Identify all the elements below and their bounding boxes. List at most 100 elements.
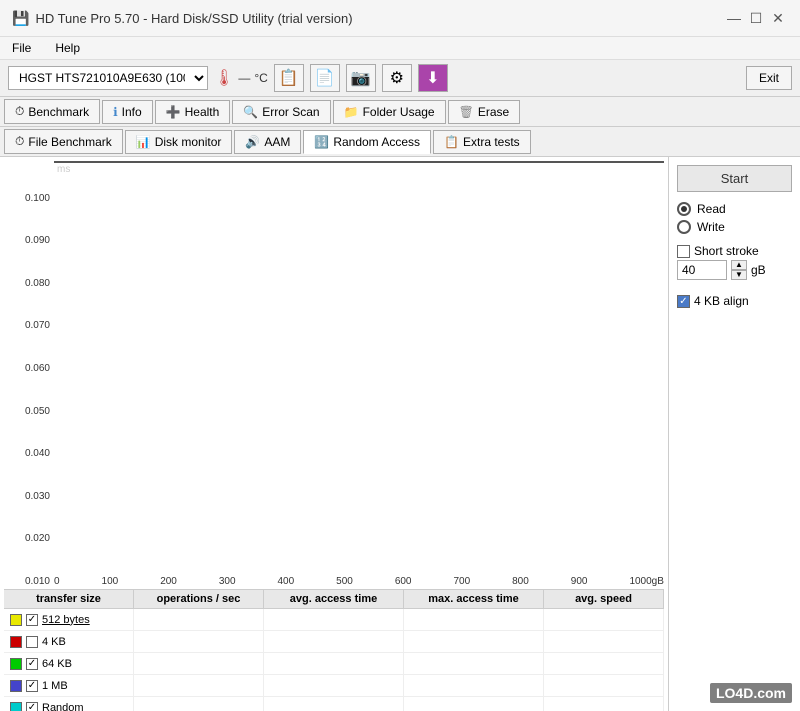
row-random-label: ✓ Random: [4, 697, 134, 711]
menu-help[interactable]: Help: [51, 39, 84, 57]
radio-read-circle[interactable]: [677, 202, 691, 216]
erase-icon: 🗑: [459, 105, 474, 119]
start-button[interactable]: Start: [677, 165, 792, 192]
x-val-100: 100: [102, 576, 119, 587]
tab-disk-monitor[interactable]: 📊 Disk monitor: [125, 130, 233, 154]
short-stroke-checkbox[interactable]: [677, 245, 690, 258]
y-axis: 0.100 0.090 0.080 0.070 0.060 0.050 0.04…: [4, 161, 54, 587]
tab-erase[interactable]: 🗑 Erase: [448, 100, 521, 124]
chart-plot: ms: [54, 161, 664, 163]
tab-benchmark[interactable]: ⏱ Benchmark: [4, 99, 100, 124]
right-panel: Start Read Write Short stroke: [668, 157, 800, 711]
row-64kb-label: ✓ 64 KB: [4, 653, 134, 674]
y-val-0080: 0.080: [25, 278, 50, 289]
radio-write-label: Write: [697, 220, 725, 234]
copy-button[interactable]: 📋: [274, 64, 304, 92]
row-512-max: [404, 609, 544, 630]
y-val-0070: 0.070: [25, 320, 50, 331]
radio-write[interactable]: Write: [677, 220, 792, 234]
row-1mb-label: ✓ 1 MB: [4, 675, 134, 696]
gb-decrement[interactable]: ▼: [731, 270, 747, 280]
minimize-button[interactable]: —: [724, 8, 744, 28]
gb-input[interactable]: [677, 260, 727, 280]
row-4kb-max: [404, 631, 544, 652]
checkbox-512[interactable]: ✓: [26, 614, 38, 626]
results-table: transfer size operations / sec avg. acce…: [4, 589, 664, 711]
checkbox-random[interactable]: ✓: [26, 702, 38, 711]
thermometer-icon: 🌡: [214, 68, 234, 88]
drive-select[interactable]: HGST HTS721010A9E630 (1000 gB): [8, 66, 208, 90]
table-row: ✓ 1 MB: [4, 675, 664, 697]
tab-health[interactable]: ➕ Health: [155, 100, 231, 124]
label-1mb: 1 MB: [42, 680, 68, 692]
gb-unit-label: gB: [751, 263, 766, 277]
radio-group-rw: Read Write: [677, 202, 792, 234]
info-icon: 📄: [315, 68, 335, 88]
aam-icon: 🔊: [245, 135, 260, 149]
x-val-900: 900: [571, 576, 588, 587]
row-512-label: ✓ 512 bytes: [4, 609, 134, 630]
row-1mb-ops: [134, 675, 264, 696]
col-avg-access: avg. access time: [264, 590, 404, 608]
x-axis: 0 100 200 300 400 500 600 700 800 900 10…: [54, 574, 664, 587]
tab-info[interactable]: ℹ Info: [102, 100, 153, 124]
benchmark-icon: ⏱: [15, 104, 24, 119]
maximize-button[interactable]: ☐: [746, 8, 766, 28]
gb-increment[interactable]: ▲: [731, 260, 747, 270]
tab-random-access[interactable]: 🔢 Random Access: [303, 130, 431, 154]
color-indicator-4kb: [10, 636, 22, 648]
radio-read[interactable]: Read: [677, 202, 792, 216]
color-indicator-1mb: [10, 680, 22, 692]
row-4kb-label: 4 KB: [4, 631, 134, 652]
short-stroke-row: Short stroke: [677, 244, 792, 258]
health-icon: ➕: [166, 105, 181, 119]
row-1mb-max: [404, 675, 544, 696]
row-random-max: [404, 697, 544, 711]
row-random-avg: [264, 697, 404, 711]
camera-icon: 📷: [351, 68, 371, 88]
x-val-400: 400: [278, 576, 295, 587]
ms-label: ms: [57, 164, 70, 175]
window-title: HD Tune Pro 5.70 - Hard Disk/SSD Utility…: [35, 11, 352, 26]
short-stroke-section: Short stroke ▲ ▼ gB: [677, 244, 792, 280]
menu-file[interactable]: File: [8, 39, 35, 57]
settings-button[interactable]: ⚙: [382, 64, 412, 92]
app-icon: 💾: [12, 10, 29, 27]
folder-icon: 📁: [344, 105, 359, 119]
checkbox-64kb[interactable]: ✓: [26, 658, 38, 670]
tab-file-benchmark[interactable]: ⏱ File Benchmark: [4, 129, 123, 154]
y-val-0020: 0.020: [25, 533, 50, 544]
row-4kb-avg: [264, 631, 404, 652]
row-512-avg: [264, 609, 404, 630]
menu-bar: File Help: [0, 37, 800, 60]
row-4kb-ops: [134, 631, 264, 652]
col-avg-speed: avg. speed: [544, 590, 664, 608]
checkbox-1mb[interactable]: ✓: [26, 680, 38, 692]
info-button[interactable]: 📄: [310, 64, 340, 92]
close-button[interactable]: ✕: [768, 8, 788, 28]
gb-spinner: ▲ ▼: [731, 260, 747, 280]
tab-extra-tests[interactable]: 📋 Extra tests: [433, 130, 531, 154]
x-val-600: 600: [395, 576, 412, 587]
checkbox-4kb[interactable]: [26, 636, 38, 648]
col-transfer-size: transfer size: [4, 590, 134, 608]
x-val-300: 300: [219, 576, 236, 587]
gear-icon: ⚙: [390, 68, 404, 88]
main-content: 0.100 0.090 0.080 0.070 0.060 0.050 0.04…: [0, 157, 800, 711]
results-rows: ✓ 512 bytes 4 KB: [4, 609, 664, 711]
table-row: ✓ Random: [4, 697, 664, 711]
tab-error-scan[interactable]: 🔍 Error Scan: [232, 100, 330, 124]
download-button[interactable]: ⬇: [418, 64, 448, 92]
kb-align-checkbox[interactable]: ✓: [677, 295, 690, 308]
x-val-500: 500: [336, 576, 353, 587]
x-val-200: 200: [160, 576, 177, 587]
row-1mb-speed: [544, 675, 664, 696]
tab-folder-usage[interactable]: 📁 Folder Usage: [333, 100, 446, 124]
window-controls: — ☐ ✕: [724, 8, 788, 28]
radio-write-circle[interactable]: [677, 220, 691, 234]
row-64kb-speed: [544, 653, 664, 674]
tab-aam[interactable]: 🔊 AAM: [234, 130, 301, 154]
exit-button[interactable]: Exit: [746, 66, 792, 90]
toolbar: HGST HTS721010A9E630 (1000 gB) 🌡 — °C 📋 …: [0, 60, 800, 97]
screenshot-button[interactable]: 📷: [346, 64, 376, 92]
